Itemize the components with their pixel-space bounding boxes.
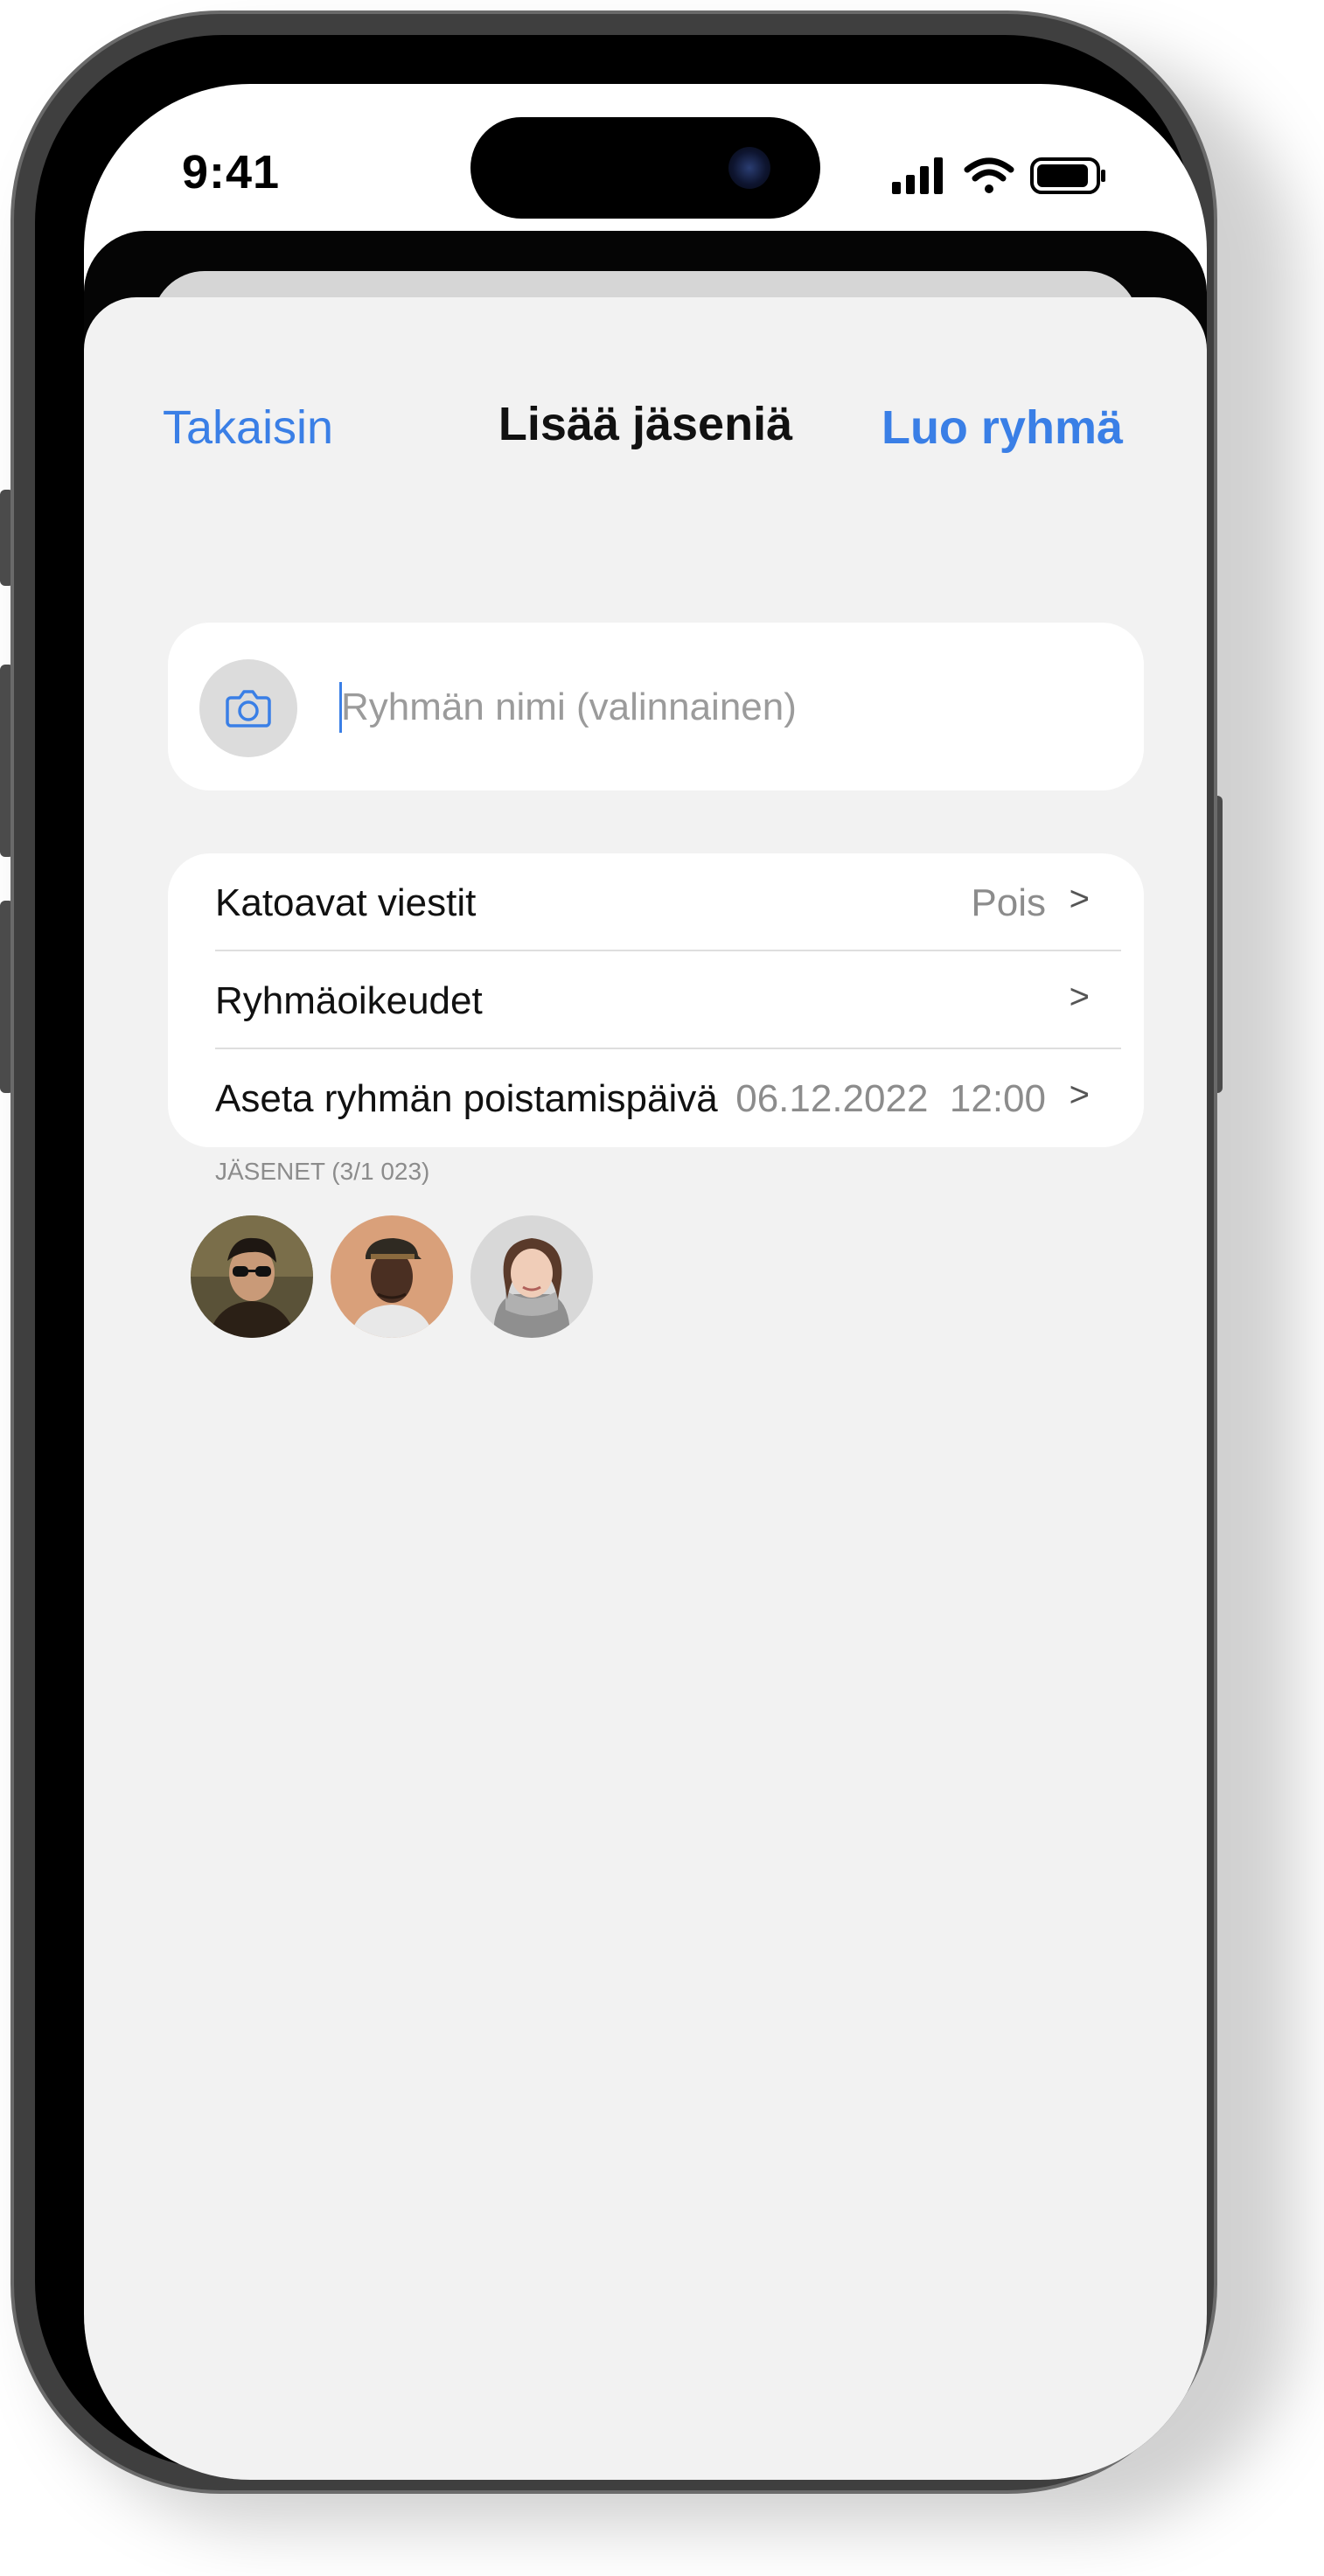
group-name-card bbox=[168, 623, 1144, 790]
row-label: Katoavat viestit bbox=[215, 881, 477, 924]
avatar[interactable] bbox=[331, 1215, 453, 1338]
battery-icon bbox=[1030, 157, 1105, 194]
front-camera-icon bbox=[728, 147, 770, 189]
phone-bezel: 9:41 Takaisin Lisää jäseniä Luo ryhmä Ry… bbox=[35, 35, 1207, 2480]
row-value: Pois bbox=[971, 881, 1046, 924]
status-icons bbox=[892, 154, 1111, 202]
chevron-right-icon: > bbox=[1069, 978, 1090, 1016]
members-header: JÄSENET (3/1 023) bbox=[215, 1158, 430, 1185]
chevron-right-icon: > bbox=[1069, 1076, 1090, 1114]
settings-card: Katoavat viestit Pois > Ryhmäoikeudet > … bbox=[168, 853, 1144, 1147]
phone-screen: 9:41 Takaisin Lisää jäseniä Luo ryhmä Ry… bbox=[84, 84, 1207, 2480]
member-avatar-2 bbox=[331, 1215, 453, 1338]
row-value: 06.12.2022 12:00 bbox=[735, 1077, 1046, 1120]
avatar[interactable] bbox=[470, 1215, 593, 1338]
phone-frame: 9:41 Takaisin Lisää jäseniä Luo ryhmä Ry… bbox=[10, 10, 1217, 2494]
disappearing-messages-row[interactable]: Katoavat viestit Pois > bbox=[215, 853, 1121, 951]
deletion-date-row[interactable]: Aseta ryhmän poistamispäivä 06.12.2022 1… bbox=[215, 1049, 1121, 1147]
group-photo-button[interactable] bbox=[199, 659, 297, 757]
member-avatar-3 bbox=[470, 1215, 593, 1338]
dynamic-island bbox=[470, 117, 820, 219]
add-members-sheet: Takaisin Lisää jäseniä Luo ryhmä Ryhmän … bbox=[84, 297, 1207, 2480]
group-name-input[interactable] bbox=[341, 679, 1093, 736]
create-group-button[interactable]: Luo ryhmä bbox=[882, 400, 1123, 455]
row-label: Aseta ryhmän poistamispäivä bbox=[215, 1077, 718, 1120]
camera-icon bbox=[226, 690, 271, 728]
chevron-right-icon: > bbox=[1069, 880, 1090, 918]
status-time: 9:41 bbox=[182, 146, 281, 198]
wifi-icon bbox=[964, 157, 1014, 193]
row-label: Ryhmäoikeudet bbox=[215, 979, 483, 1022]
avatar[interactable] bbox=[191, 1215, 313, 1338]
group-permissions-row[interactable]: Ryhmäoikeudet > bbox=[215, 951, 1121, 1049]
signal-icon bbox=[892, 157, 943, 194]
member-avatar-1 bbox=[191, 1215, 313, 1338]
